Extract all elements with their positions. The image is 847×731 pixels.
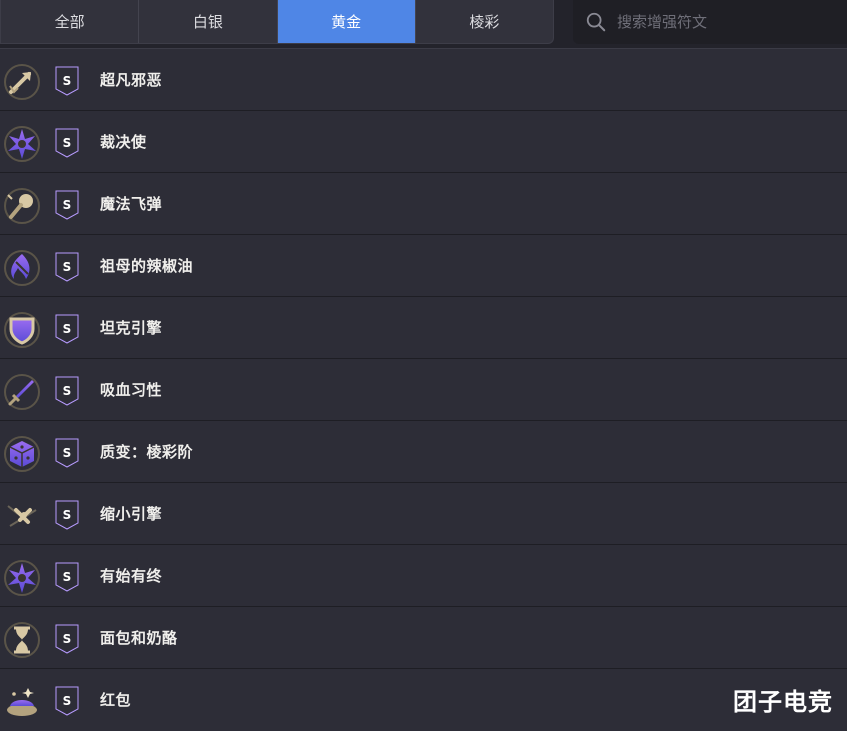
augment-list: S 超凡邪恶 S 裁决使 S 魔法飞弹 S 祖母的辣椒油 S 坦克引擎 S 吸血… (0, 48, 847, 730)
augment-row-1[interactable]: S 超凡邪恶 (0, 48, 847, 110)
augment-panel: 全部 白银 黄金 棱彩 S (0, 0, 847, 731)
svg-text:S: S (63, 632, 72, 646)
tier-tabs: 全部 白银 黄金 棱彩 (0, 0, 554, 44)
tier-badge: S (54, 686, 80, 716)
svg-text:S: S (63, 694, 72, 708)
augment-row-11[interactable]: S 红包 (0, 668, 847, 730)
augment-row-3[interactable]: S 魔法飞弹 (0, 172, 847, 234)
missile-icon (2, 186, 42, 226)
augment-name: 魔法飞弹 (100, 195, 163, 213)
augment-row-6[interactable]: S 吸血习性 (0, 358, 847, 420)
augment-name: 祖母的辣椒油 (100, 257, 194, 275)
augment-name: 质变：棱彩阶 (100, 443, 194, 461)
tier-badge: S (54, 562, 80, 592)
svg-text:S: S (63, 322, 72, 336)
top-bar: 全部 白银 黄金 棱彩 (0, 0, 847, 48)
tier-badge: S (54, 624, 80, 654)
search-icon (586, 12, 606, 32)
burst-icon (2, 558, 42, 598)
svg-text:S: S (63, 74, 72, 88)
tab-gold[interactable]: 黄金 (277, 0, 416, 43)
augment-name: 红包 (100, 691, 132, 709)
augment-row-5[interactable]: S 坦克引擎 (0, 296, 847, 358)
augment-name: 裁决使 (100, 133, 147, 151)
svg-text:S: S (63, 198, 72, 212)
augment-name: 坦克引擎 (100, 319, 163, 337)
burst-icon (2, 124, 42, 164)
watermark: 团子电竞 (733, 688, 833, 716)
arrow-up-icon (2, 62, 42, 102)
tab-all[interactable]: 全部 (1, 0, 140, 43)
tab-silver[interactable]: 白银 (139, 0, 278, 43)
tier-badge: S (54, 314, 80, 344)
hourglass-icon (2, 620, 42, 660)
tier-badge: S (54, 252, 80, 282)
tier-badge: S (54, 66, 80, 96)
augment-name: 有始有终 (100, 567, 163, 585)
augment-row-7[interactable]: S 质变：棱彩阶 (0, 420, 847, 482)
augment-row-10[interactable]: S 面包和奶酪 (0, 606, 847, 668)
augment-row-8[interactable]: S 缩小引擎 (0, 482, 847, 544)
search-input[interactable] (617, 8, 827, 36)
tier-badge: S (54, 500, 80, 530)
svg-text:S: S (63, 446, 72, 460)
search-box[interactable] (573, 0, 847, 44)
shield-icon (2, 310, 42, 350)
augment-row-4[interactable]: S 祖母的辣椒油 (0, 234, 847, 296)
tier-badge: S (54, 376, 80, 406)
shrink-icon (2, 496, 42, 536)
svg-text:S: S (63, 384, 72, 398)
augment-row-9[interactable]: S 有始有终 (0, 544, 847, 606)
svg-text:S: S (63, 136, 72, 150)
sword-icon (2, 372, 42, 412)
augment-name: 超凡邪恶 (100, 71, 163, 89)
augment-row-2[interactable]: S 裁决使 (0, 110, 847, 172)
augment-name: 吸血习性 (100, 381, 163, 399)
tier-badge: S (54, 190, 80, 220)
gift-icon (2, 682, 42, 722)
svg-text:S: S (63, 570, 72, 584)
tier-badge: S (54, 128, 80, 158)
dice-icon (2, 434, 42, 474)
tier-badge: S (54, 438, 80, 468)
svg-text:S: S (63, 260, 72, 274)
tab-prismatic[interactable]: 棱彩 (416, 0, 553, 43)
augment-name: 面包和奶酪 (100, 629, 178, 647)
svg-text:S: S (63, 508, 72, 522)
flame-icon (2, 248, 42, 288)
augment-name: 缩小引擎 (100, 505, 163, 523)
